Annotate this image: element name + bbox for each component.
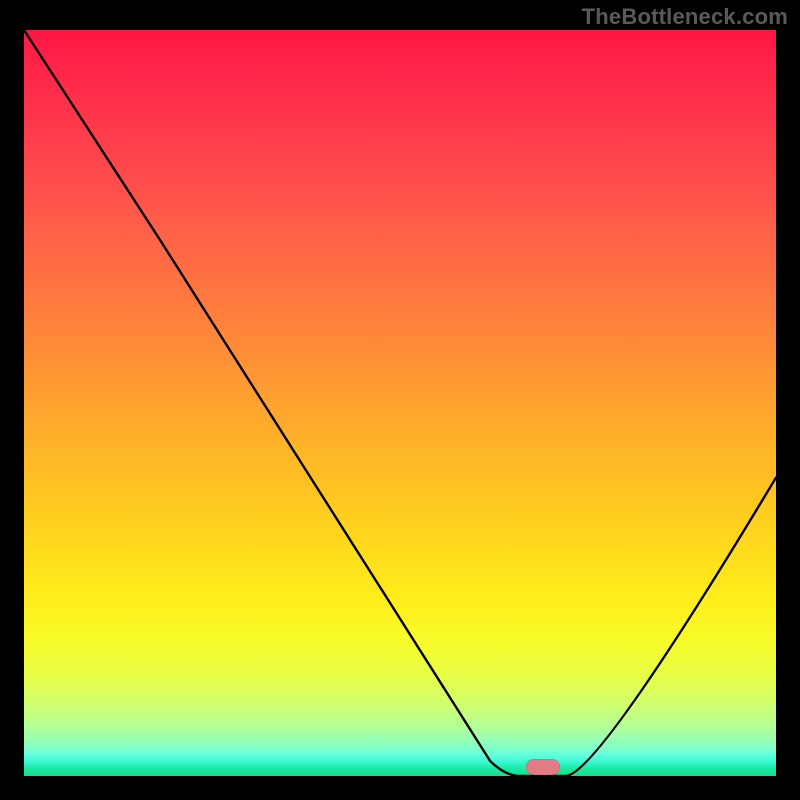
watermark-text: TheBottleneck.com bbox=[582, 4, 788, 30]
chart-frame: TheBottleneck.com bbox=[0, 0, 800, 800]
plot-area bbox=[24, 30, 776, 776]
bottleneck-curve bbox=[24, 30, 776, 776]
optimal-marker bbox=[526, 759, 560, 775]
